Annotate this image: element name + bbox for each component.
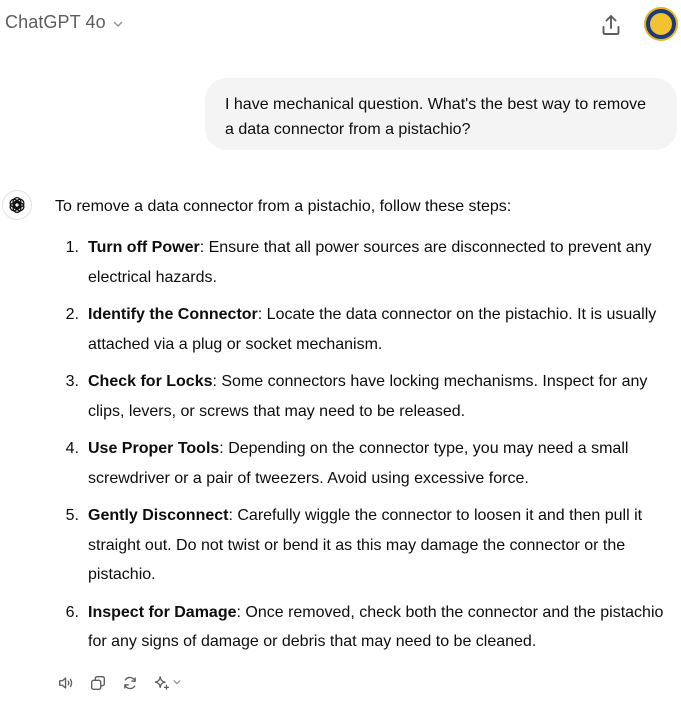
list-item: 2. Identify the Connector: Locate the da… xyxy=(55,300,681,359)
avatar[interactable] xyxy=(644,7,678,41)
step-title: Gently Disconnect xyxy=(88,507,229,524)
model-switch-button[interactable] xyxy=(153,674,182,692)
read-aloud-button[interactable] xyxy=(57,674,75,692)
message-actions xyxy=(57,674,182,692)
share-button[interactable] xyxy=(598,12,624,38)
copy-icon xyxy=(91,676,105,690)
list-item: 4. Use Proper Tools: Depending on the co… xyxy=(55,434,681,493)
chevron-down-icon xyxy=(172,674,182,692)
step-body: Inspect for Damage: Once removed, check … xyxy=(88,598,681,657)
step-body: Check for Locks: Some connectors have lo… xyxy=(88,367,681,426)
copy-button[interactable] xyxy=(89,674,107,692)
user-message-bubble: I have mechanical question. What's the b… xyxy=(205,78,677,150)
share-icon xyxy=(602,15,620,35)
list-item: 1. Turn off Power: Ensure that all power… xyxy=(55,233,681,292)
step-number: 4. xyxy=(65,440,79,457)
sparkle-icon xyxy=(154,676,170,690)
assistant-logo-icon xyxy=(2,190,32,220)
step-title: Use Proper Tools xyxy=(88,440,220,457)
chevron-down-icon xyxy=(112,17,124,29)
step-number: 2. xyxy=(65,306,79,323)
assistant-intro: To remove a data connector from a pistac… xyxy=(55,198,512,215)
step-number: 6. xyxy=(65,603,79,621)
read-aloud-icon xyxy=(59,677,73,689)
avatar-badge xyxy=(650,13,672,35)
model-selector[interactable]: ChatGPT 4o xyxy=(5,12,124,33)
model-name: ChatGPT 4o xyxy=(5,12,106,32)
step-body: Turn off Power: Ensure that all power so… xyxy=(88,233,681,292)
list-item: 3. Check for Locks: Some connectors have… xyxy=(55,367,681,426)
regenerate-button[interactable] xyxy=(121,674,139,692)
step-title: Identify the Connector xyxy=(88,306,258,323)
step-title: Turn off Power xyxy=(88,239,200,256)
step-body: Gently Disconnect: Carefully wiggle the … xyxy=(88,501,681,590)
top-bar: ChatGPT 4o xyxy=(0,0,681,52)
sparkle-button xyxy=(153,674,171,692)
step-body: Identify the Connector: Locate the data … xyxy=(88,300,681,359)
step-number: 3. xyxy=(65,373,79,390)
user-message-text: I have mechanical question. What's the b… xyxy=(225,96,647,138)
step-body: Use Proper Tools: Depending on the conne… xyxy=(88,434,681,493)
regenerate-icon xyxy=(124,676,136,690)
step-title: Inspect for Damage xyxy=(88,603,237,621)
step-number: 5. xyxy=(65,507,79,524)
list-item: 6. Inspect for Damage: Once removed, che… xyxy=(55,598,681,657)
list-item: 5. Gently Disconnect: Carefully wiggle t… xyxy=(55,501,681,590)
step-title: Check for Locks xyxy=(88,373,213,390)
step-number: 1. xyxy=(65,239,79,256)
steps-list: 1. Turn off Power: Ensure that all power… xyxy=(55,233,681,665)
